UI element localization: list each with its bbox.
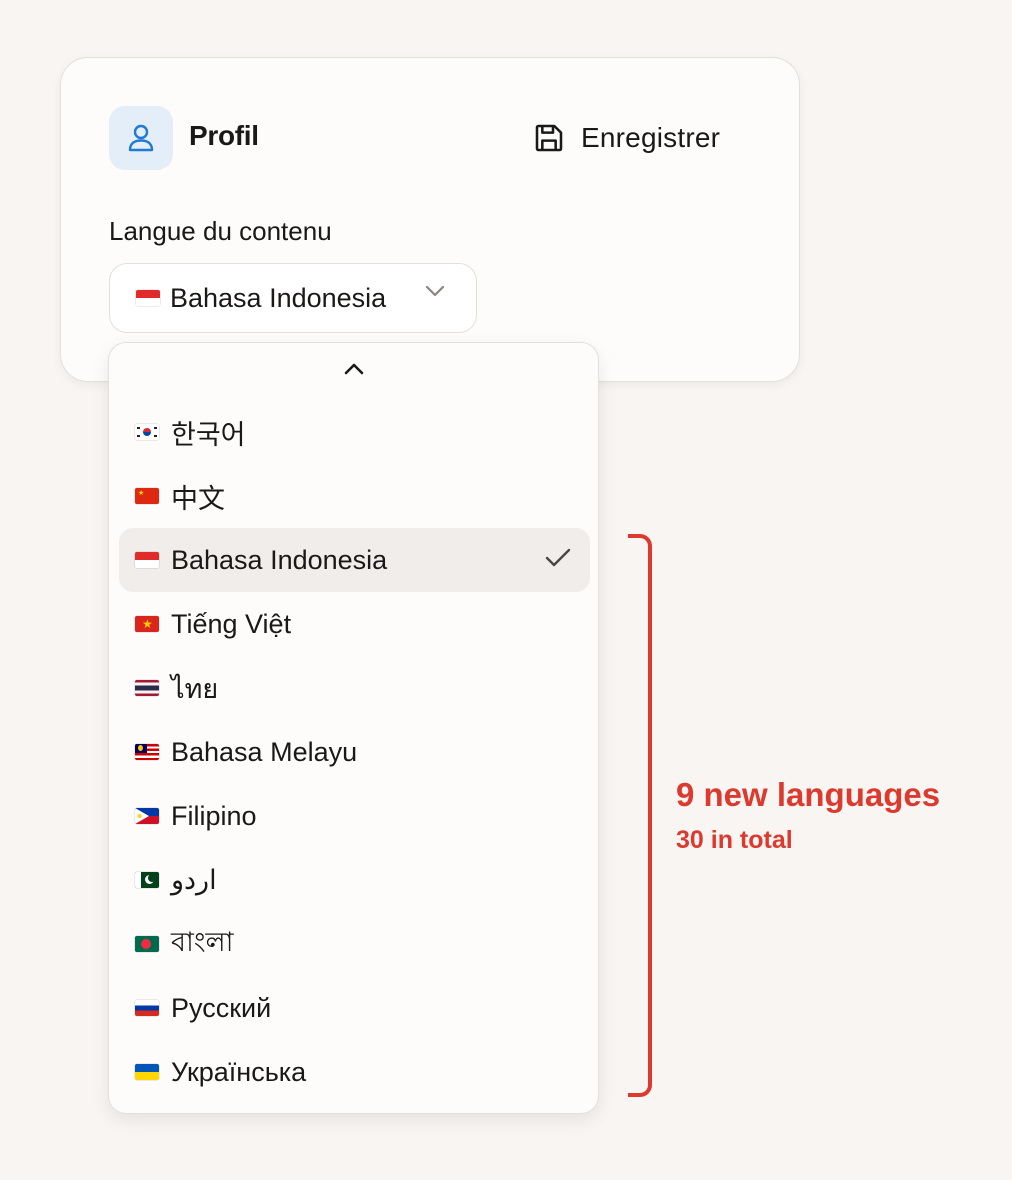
annotation-title: 9 new languages (676, 776, 941, 813)
language-option-bengali[interactable]: বাংলা (119, 912, 590, 976)
flag-icon-china: ★ (135, 488, 159, 504)
language-option-thai[interactable]: ไทย (119, 656, 590, 720)
flag-icon-russia (135, 1000, 159, 1016)
language-option-vietnamese[interactable]: ★ Tiếng Việt (119, 592, 590, 656)
language-select[interactable]: Bahasa Indonesia (109, 263, 477, 333)
language-option-label: বাংলা (171, 926, 234, 957)
language-option-label: 中文 (171, 483, 225, 514)
save-button[interactable]: Enregistrer (533, 116, 720, 160)
profile-avatar (109, 106, 173, 170)
flag-icon-korea (135, 424, 159, 440)
language-option-chinese[interactable]: ★ 中文 (119, 464, 590, 528)
flag-icon-ukraine (135, 1064, 159, 1080)
language-option-ukrainian[interactable]: Українська (119, 1040, 590, 1104)
language-field-label: Langue du contenu (109, 216, 332, 246)
annotation-bracket (628, 534, 652, 1097)
language-option-label: Bahasa Indonesia (171, 544, 388, 575)
language-select-value: Bahasa Indonesia (170, 282, 387, 313)
language-option-label: Bahasa Melayu (171, 736, 358, 767)
flag-icon-pakistan (135, 872, 159, 888)
language-option-russian[interactable]: Русский (119, 976, 590, 1040)
language-option-label: Русский (171, 992, 272, 1023)
language-option-label: اردو (171, 864, 217, 895)
flag-icon-bangladesh (135, 936, 159, 952)
profile-card: Profil Enregistrer Langue du contenu Bah… (60, 57, 800, 382)
language-option-label: 한국어 (171, 419, 246, 450)
flag-icon-vietnam: ★ (135, 616, 159, 632)
language-option-label: Українська (171, 1056, 307, 1087)
language-dropdown: 한국어 ★ 中文 Bahasa Indonesia ★ Tiếng Việt ไ… (108, 342, 599, 1114)
flag-icon-thailand (135, 680, 159, 696)
language-option-korean[interactable]: 한국어 (119, 400, 590, 464)
language-option-filipino[interactable]: Filipino (119, 784, 590, 848)
flag-icon-malaysia (135, 744, 159, 760)
user-icon (128, 124, 154, 152)
language-option-malay[interactable]: Bahasa Melayu (119, 720, 590, 784)
chevron-down-icon (425, 285, 445, 297)
flag-icon-indonesia (136, 290, 160, 306)
flag-icon-philippines (135, 808, 159, 824)
language-option-urdu[interactable]: اردو (119, 848, 590, 912)
language-option-label: ไทย (171, 673, 219, 704)
language-option-label: Filipino (171, 800, 257, 831)
chevron-up-icon[interactable] (342, 359, 366, 377)
language-option-label: Tiếng Việt (171, 608, 292, 639)
floppy-disk-icon (535, 124, 563, 152)
page-title: Profil (189, 120, 259, 151)
save-button-label: Enregistrer (581, 122, 721, 153)
annotation-subtitle: 30 in total (676, 826, 793, 854)
check-icon (545, 548, 571, 567)
language-option-indonesian[interactable]: Bahasa Indonesia (119, 528, 590, 592)
flag-icon-indonesia (135, 552, 159, 568)
